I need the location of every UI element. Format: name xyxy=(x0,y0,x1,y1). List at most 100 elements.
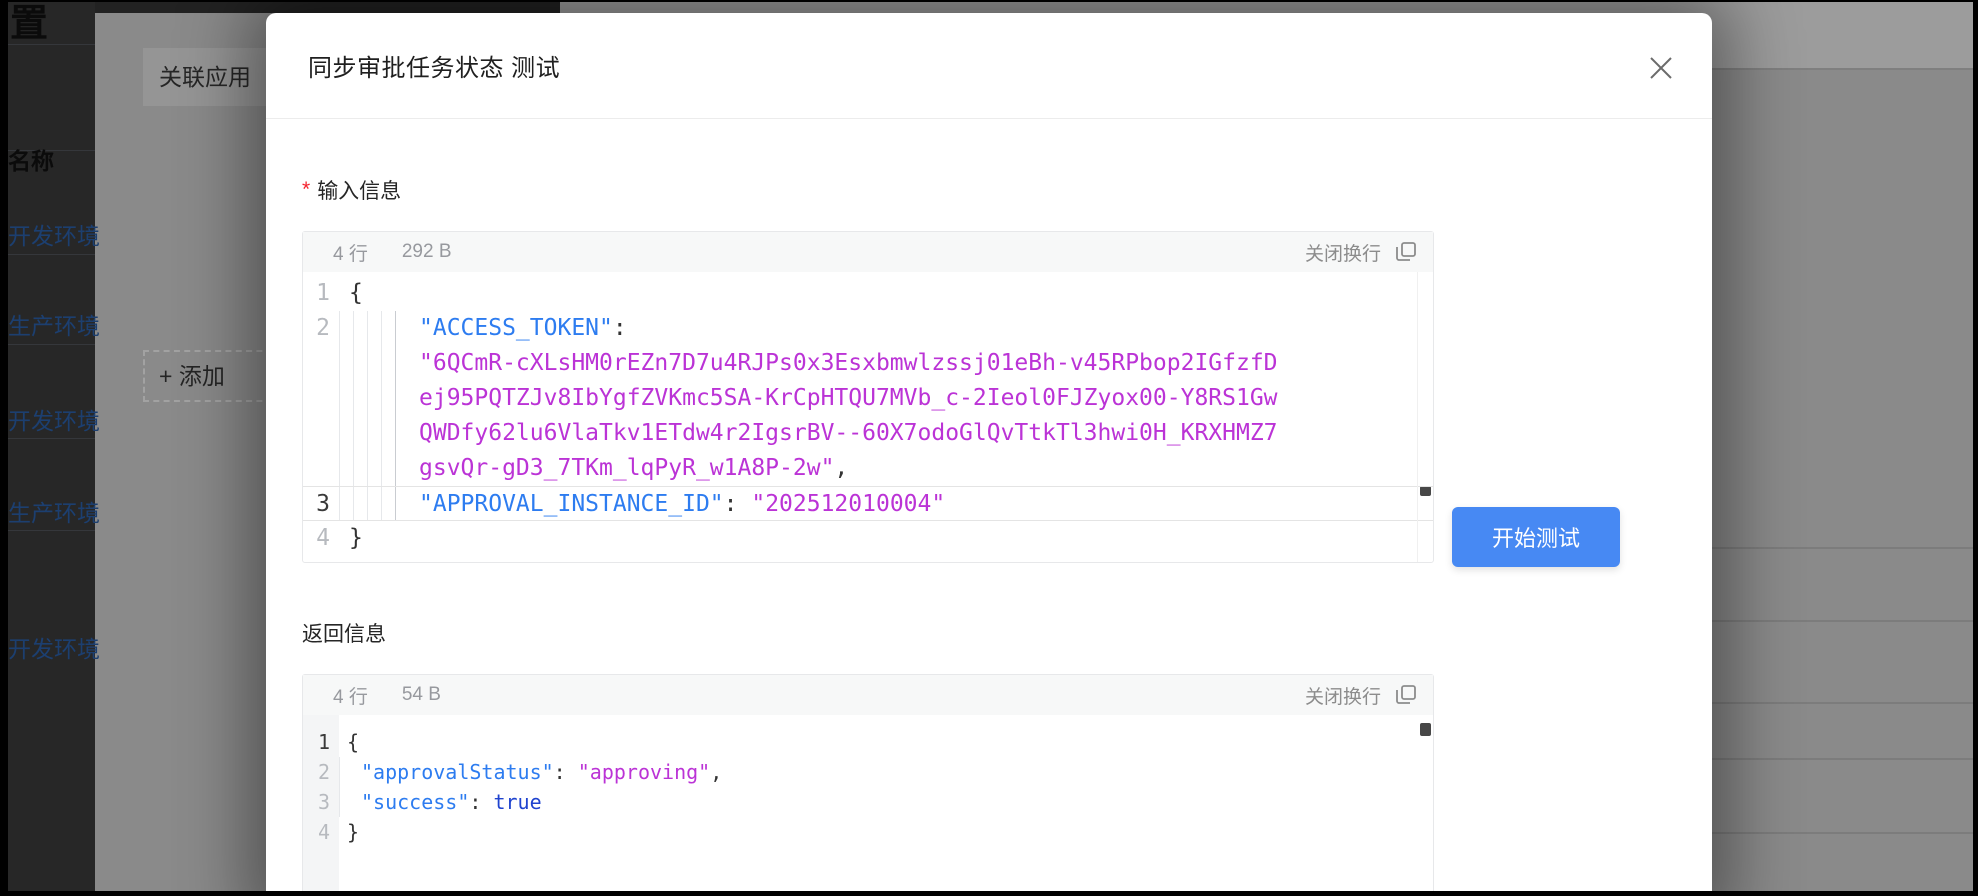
code-line: 4} xyxy=(303,521,1433,556)
code-text: gsvQr-gD3_7TKm_lqPyR_w1A8P-2w", xyxy=(409,451,848,486)
background-drawer-header xyxy=(1704,2,1973,70)
code-line: 1{ xyxy=(303,276,1433,311)
background-name-column-header: 名称 xyxy=(8,142,54,176)
dimmed-backdrop: 置 名称 开发环境生产环境开发环境生产环境开发环境 关联应用 + 添加 同步审批… xyxy=(8,2,1973,891)
background-row-divider xyxy=(1704,620,1973,622)
code-line: gsvQr-gD3_7TKm_lqPyR_w1A8P-2w", xyxy=(303,451,1433,486)
code-text: "ACCESS_TOKEN": xyxy=(409,311,627,346)
code-line: 2"ACCESS_TOKEN": xyxy=(303,311,1433,346)
byte-size: 292 B xyxy=(402,241,452,263)
indent-guide xyxy=(367,416,381,451)
line-number: 3 xyxy=(303,487,339,520)
response-code-area[interactable]: 1{2"approvalStatus": "approving",3"succe… xyxy=(303,715,1433,891)
indent-guide xyxy=(367,381,381,416)
code-text: } xyxy=(339,521,363,556)
indent-guide xyxy=(339,487,353,520)
indent-guide xyxy=(339,416,353,451)
dialog-header: 同步审批任务状态 测试 xyxy=(266,13,1712,119)
line-number xyxy=(303,346,339,381)
background-env-link: 开发环境 xyxy=(8,402,100,436)
code-line: "6QCmR-cXLsHM0rEZn7D7u4RJPs0x3Esxbmwlzss… xyxy=(303,346,1433,381)
line-number xyxy=(303,416,339,451)
indent-guide xyxy=(353,451,367,486)
wrap-toggle[interactable]: 关闭换行 xyxy=(1305,682,1381,709)
indent-guide xyxy=(367,346,381,381)
code-line: QWDfy62lu6VlaTkv1ETdw4r2IgsrBV--60X7odoG… xyxy=(303,416,1433,451)
code-line: 3 "APPROVAL_INSTANCE_ID": "202512010004" xyxy=(303,486,1433,521)
background-row-divider xyxy=(1704,832,1973,834)
code-text: "6QCmR-cXLsHM0rEZn7D7u4RJPs0x3Esxbmwlzss… xyxy=(409,346,1278,381)
background-row-divider xyxy=(1704,758,1973,760)
code-line: ej95PQTZJv8IbYgfZVKmc5SA-KrCpHTQU7MVb_c-… xyxy=(303,381,1433,416)
indent-guide xyxy=(367,487,381,520)
background-add-button: + 添加 xyxy=(143,350,283,402)
input-editor-toolbar: 4 行 292 B 关闭换行 xyxy=(303,232,1433,272)
code-text: "APPROVAL_INSTANCE_ID": "202512010004" xyxy=(409,487,945,520)
response-json-editor: 4 行 54 B 关闭换行 1{2"approvalSt xyxy=(302,674,1434,891)
code-text: } xyxy=(339,817,359,847)
indent-guide xyxy=(353,416,367,451)
background-env-link: 生产环境 xyxy=(8,494,100,528)
background-env-link: 开发环境 xyxy=(8,630,100,664)
input-json-editor: 4 行 292 B 关闭换行 1{2"ACCESS_TO xyxy=(302,231,1434,563)
indent-guide xyxy=(367,311,381,346)
copy-icon[interactable] xyxy=(1393,239,1419,265)
background-related-app-label: 关联应用 xyxy=(143,48,283,106)
wrap-toggle[interactable]: 关闭换行 xyxy=(1305,239,1381,266)
divider xyxy=(8,530,95,531)
line-number: 4 xyxy=(303,521,339,556)
background-env-link: 开发环境 xyxy=(8,217,100,251)
dialog-body: * 输入信息 4 行 292 B 关闭换行 xyxy=(266,175,1712,891)
indent-guide xyxy=(339,346,353,381)
indent-guide xyxy=(339,757,353,787)
indent-guide xyxy=(381,451,395,486)
byte-size: 54 B xyxy=(402,684,441,706)
code-line: 1{ xyxy=(303,727,1433,757)
indent-guide xyxy=(395,487,409,520)
required-asterisk: * xyxy=(302,178,310,202)
indent-guide xyxy=(339,381,353,416)
test-dialog: 同步审批任务状态 测试 * 输入信息 4 行 292 B 关闭换行 xyxy=(266,13,1712,891)
indent-guide xyxy=(353,346,367,381)
indent-guide xyxy=(339,311,353,346)
start-test-button[interactable]: 开始测试 xyxy=(1452,507,1620,567)
code-line: 4} xyxy=(303,817,1433,847)
indent-guide xyxy=(339,451,353,486)
line-count: 4 行 xyxy=(333,682,368,709)
code-line: 3"success": true xyxy=(303,787,1433,817)
line-count: 4 行 xyxy=(333,239,368,266)
indent-guide xyxy=(381,381,395,416)
background-partial-text: 置 xyxy=(10,2,48,47)
indent-guide xyxy=(381,487,395,520)
divider xyxy=(8,438,95,439)
indent-guide xyxy=(381,346,395,381)
indent-guide xyxy=(353,487,367,520)
indent-guide xyxy=(395,416,409,451)
background-row-divider xyxy=(1704,702,1973,704)
line-number: 1 xyxy=(303,727,339,757)
background-env-link: 生产环境 xyxy=(8,307,100,341)
line-number: 1 xyxy=(303,276,339,311)
code-line: 2"approvalStatus": "approving", xyxy=(303,757,1433,787)
input-code-area[interactable]: 1{2"ACCESS_TOKEN":"6QCmR-cXLsHM0rEZn7D7u… xyxy=(303,272,1433,562)
response-editor-toolbar: 4 行 54 B 关闭换行 xyxy=(303,675,1433,715)
response-section-label: 返回信息 xyxy=(302,618,1676,648)
indent-guide xyxy=(367,451,381,486)
copy-icon[interactable] xyxy=(1393,682,1419,708)
input-section-label: * 输入信息 xyxy=(302,175,1676,205)
indent-guide xyxy=(395,346,409,381)
indent-guide xyxy=(395,451,409,486)
indent-guide xyxy=(339,787,353,817)
divider xyxy=(8,254,95,255)
line-number: 3 xyxy=(303,787,339,817)
line-number: 2 xyxy=(303,757,339,787)
indent-guide xyxy=(381,311,395,346)
dialog-title: 同步审批任务状态 测试 xyxy=(308,48,560,83)
code-text: QWDfy62lu6VlaTkv1ETdw4r2IgsrBV--60X7odoG… xyxy=(409,416,1278,451)
indent-guide xyxy=(395,311,409,346)
input-section-label-text: 输入信息 xyxy=(317,175,401,205)
divider xyxy=(8,344,95,345)
response-section-label-text: 返回信息 xyxy=(302,618,386,648)
indent-guide xyxy=(353,381,367,416)
close-icon[interactable] xyxy=(1646,53,1676,83)
